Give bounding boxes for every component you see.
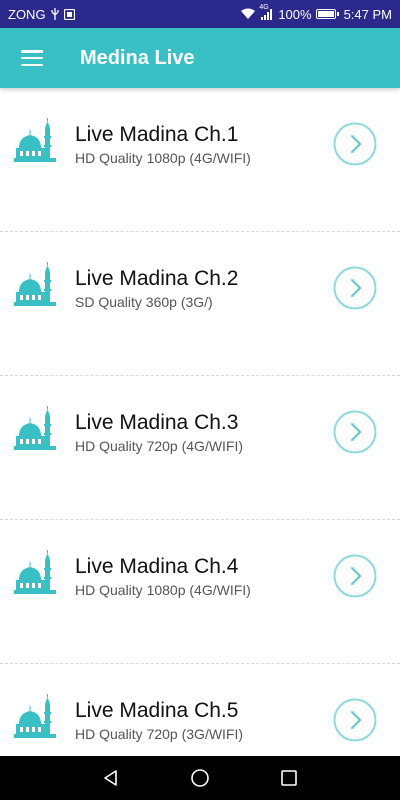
channel-subtitle: HD Quality 1080p (4G/WIFI) <box>75 150 251 166</box>
battery-icon <box>315 9 339 19</box>
channel-title: Live Madina Ch.4 <box>75 555 239 578</box>
signal-icon: 4G <box>259 4 274 20</box>
recents-icon <box>281 770 297 786</box>
chevron-right-icon[interactable] <box>333 410 377 454</box>
channel-item[interactable]: Live Madina Ch.2 SD Quality 360p (3G/) <box>0 232 400 376</box>
battery-fill <box>317 11 334 17</box>
mosque-icon <box>14 118 56 162</box>
clock: 5:47 PM <box>343 6 392 22</box>
network-label: 4G <box>259 4 269 11</box>
battery-percent: 100% <box>278 6 312 22</box>
back-button[interactable] <box>89 756 133 800</box>
recents-button[interactable] <box>267 756 311 800</box>
screen: ZONG 4G 100% 5:47 PM Medina Live Live Ma… <box>0 0 400 800</box>
mosque-icon <box>14 262 56 306</box>
channel-subtitle: SD Quality 360p (3G/) <box>75 294 213 310</box>
channel-text: Live Madina Ch.1 HD Quality 1080p (4G/WIF… <box>75 122 251 166</box>
channel-item[interactable]: Live Madina Ch.1 HD Quality 1080p (4G/WIF… <box>0 88 400 232</box>
status-right: 4G 100% 5:47 PM <box>240 4 392 22</box>
chevron-right-icon[interactable] <box>333 122 377 166</box>
wifi-icon <box>240 8 256 20</box>
chevron-right-icon[interactable] <box>333 698 377 742</box>
status-left: ZONG <box>8 7 75 22</box>
chevron-right-icon[interactable] <box>333 266 377 310</box>
navigation-bar <box>0 756 400 800</box>
usb-icon <box>50 8 60 20</box>
channel-text: Live Madina Ch.2 SD Quality 360p (3G/) <box>75 266 238 310</box>
menu-button[interactable] <box>0 28 64 88</box>
home-icon <box>191 769 209 787</box>
mosque-icon <box>14 406 56 450</box>
channel-text: Live Madina Ch.4 HD Quality 1080p (4G/WIF… <box>75 554 251 598</box>
app-title: Medina Live <box>80 46 195 69</box>
channel-title: Live Madina Ch.5 <box>75 699 239 722</box>
channel-title: Live Madina Ch.2 <box>75 267 239 290</box>
sim-icon <box>63 8 75 20</box>
carrier-label: ZONG <box>8 6 46 22</box>
channel-item[interactable]: Live Madina Ch.4 HD Quality 1080p (4G/WIF… <box>0 520 400 664</box>
hamburger-icon <box>21 50 43 66</box>
app-bar: Medina Live <box>0 28 400 88</box>
channel-list: Live Madina Ch.1 HD Quality 1080p (4G/WIF… <box>0 88 400 756</box>
chevron-right-icon[interactable] <box>333 554 377 598</box>
back-icon <box>104 770 117 786</box>
status-bar: ZONG 4G 100% 5:47 PM <box>0 0 400 28</box>
channel-title: Live Madina Ch.1 <box>75 123 239 146</box>
channel-item[interactable]: Live Madina Ch.3 HD Quality 720p (4G/WIFI… <box>0 376 400 520</box>
mosque-icon <box>14 550 56 594</box>
channel-title: Live Madina Ch.3 <box>75 411 239 434</box>
channel-subtitle: HD Quality 720p (4G/WIFI) <box>75 438 244 454</box>
home-button[interactable] <box>178 756 222 800</box>
mosque-icon <box>14 694 56 738</box>
channel-text: Live Madina Ch.5 HD Quality 720p (3G/WIFI… <box>75 698 243 742</box>
channel-subtitle: HD Quality 720p (3G/WIFI) <box>75 726 244 742</box>
channel-text: Live Madina Ch.3 HD Quality 720p (4G/WIFI… <box>75 410 243 454</box>
channel-subtitle: HD Quality 1080p (4G/WIFI) <box>75 582 251 598</box>
channel-item[interactable]: Live Madina Ch.5 HD Quality 720p (3G/WIFI… <box>0 664 400 756</box>
